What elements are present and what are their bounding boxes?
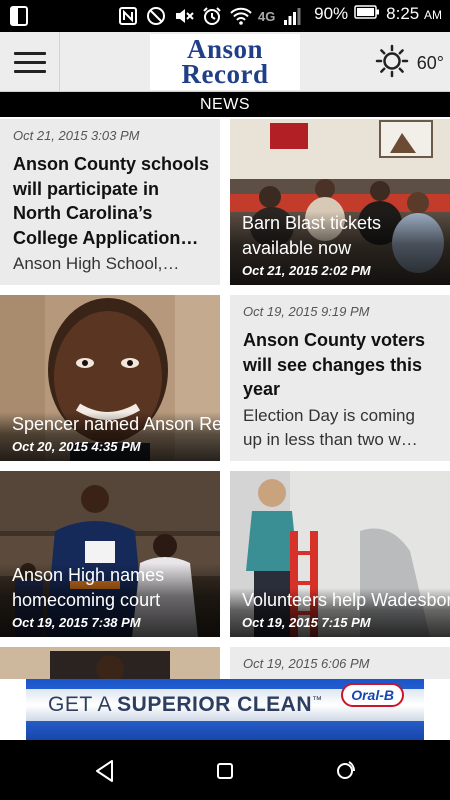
- status-bar: 4G 90% 8:25 AM: [0, 0, 450, 32]
- article-caption: Volunteers help Wadesboro residents… Oct…: [230, 587, 450, 637]
- menu-bar: [13, 60, 46, 64]
- ad-creative[interactable]: GET A SUPERIOR CLEAN™ Oral-B: [26, 679, 424, 740]
- article-headline: Anson County voters will see changes thi…: [243, 330, 426, 399]
- sun-icon: [375, 44, 409, 83]
- nfc-icon: [118, 6, 138, 26]
- article-date: Oct 20, 2015 4:35 PM: [12, 439, 141, 454]
- ad-text-light: GET A: [48, 693, 118, 716]
- ad-headline: GET A SUPERIOR CLEAN™: [48, 693, 323, 717]
- ad-banner[interactable]: GET A SUPERIOR CLEAN™ Oral-B: [0, 679, 450, 740]
- clock: 8:25 AM: [386, 4, 442, 24]
- ad-text-bold: SUPERIOR CLEAN: [117, 693, 313, 716]
- article-date: Oct 19, 2015 9:19 PM: [243, 304, 370, 319]
- article-caption: Anson High names homecoming court Oct 19…: [0, 563, 220, 637]
- article-card[interactable]: Spencer named Anson Record advertising d…: [0, 295, 220, 461]
- article-caption: Barn Blast tickets available now Oct 21,…: [230, 211, 450, 285]
- article-headline: Barn Blast tickets available now: [242, 213, 382, 258]
- menu-bar: [13, 69, 46, 73]
- article-grid: Oct 21, 2015 3:03 PM Anson County school…: [0, 117, 450, 679]
- sim-card-icon: [10, 6, 28, 31]
- article-photo: [0, 647, 220, 679]
- article-date: Oct 19, 2015 7:15 PM: [242, 615, 371, 630]
- recents-icon[interactable]: [332, 758, 358, 784]
- article-summary-line-2: up in less than two w…: [243, 430, 418, 449]
- logo-line-2: Record: [181, 59, 269, 89]
- clock-time: 8:25: [386, 4, 420, 23]
- weather-widget[interactable]: 60°: [375, 44, 444, 83]
- wifi-icon: [230, 6, 252, 26]
- oral-b-logo: Oral-B: [341, 683, 404, 707]
- article-card[interactable]: Oct 21, 2015 3:03 PM Anson County school…: [0, 119, 220, 285]
- article-headline: Anson County schools will participate in…: [13, 154, 210, 248]
- menu-bar: [13, 51, 46, 55]
- article-caption: Spencer named Anson Record advertising d…: [0, 411, 220, 461]
- article-date: Oct 19, 2015 6:06 PM: [243, 656, 370, 671]
- anson-record-logo[interactable]: Anson Record: [150, 34, 300, 90]
- article-card[interactable]: Anson High names homecoming court Oct 19…: [0, 471, 220, 637]
- section-title: NEWS: [0, 92, 450, 117]
- article-card[interactable]: [0, 647, 220, 679]
- mute-icon: [174, 6, 194, 26]
- home-icon[interactable]: [212, 758, 238, 784]
- do-not-disturb-icon: [146, 6, 166, 26]
- clock-ampm: AM: [424, 8, 442, 22]
- battery-percent: 90%: [314, 4, 349, 23]
- article-headline: Spencer named Anson Record advertising d…: [12, 413, 220, 434]
- system-nav-bar: [0, 740, 450, 800]
- temperature: 60°: [416, 53, 444, 73]
- hamburger-menu-button[interactable]: [0, 32, 60, 92]
- article-card[interactable]: Oct 19, 2015 6:06 PM: [230, 647, 450, 679]
- back-icon[interactable]: [92, 758, 118, 784]
- article-card[interactable]: Barn Blast tickets available now Oct 21,…: [230, 119, 450, 285]
- app-header: Anson Record 60°: [0, 32, 450, 92]
- article-date: Oct 19, 2015 7:38 PM: [12, 615, 141, 630]
- article-card[interactable]: Oct 19, 2015 9:19 PM Anson County voters…: [230, 295, 450, 461]
- article-card[interactable]: Volunteers help Wadesboro residents… Oct…: [230, 471, 450, 637]
- article-headline: Anson High names homecoming court: [12, 565, 165, 610]
- article-date: Oct 21, 2015 3:03 PM: [13, 128, 140, 143]
- article-headline: Volunteers help Wadesboro residents…: [242, 589, 450, 610]
- battery-icon: [354, 4, 380, 24]
- ad-trademark: ™: [312, 695, 323, 706]
- signal-icon: [283, 6, 303, 26]
- network-type: 4G: [258, 8, 276, 24]
- article-summary: Anson High School,…: [13, 254, 180, 273]
- alarm-icon: [202, 6, 222, 26]
- article-date: Oct 21, 2015 2:02 PM: [242, 263, 371, 278]
- article-summary-line-1: Election Day is coming: [243, 405, 415, 425]
